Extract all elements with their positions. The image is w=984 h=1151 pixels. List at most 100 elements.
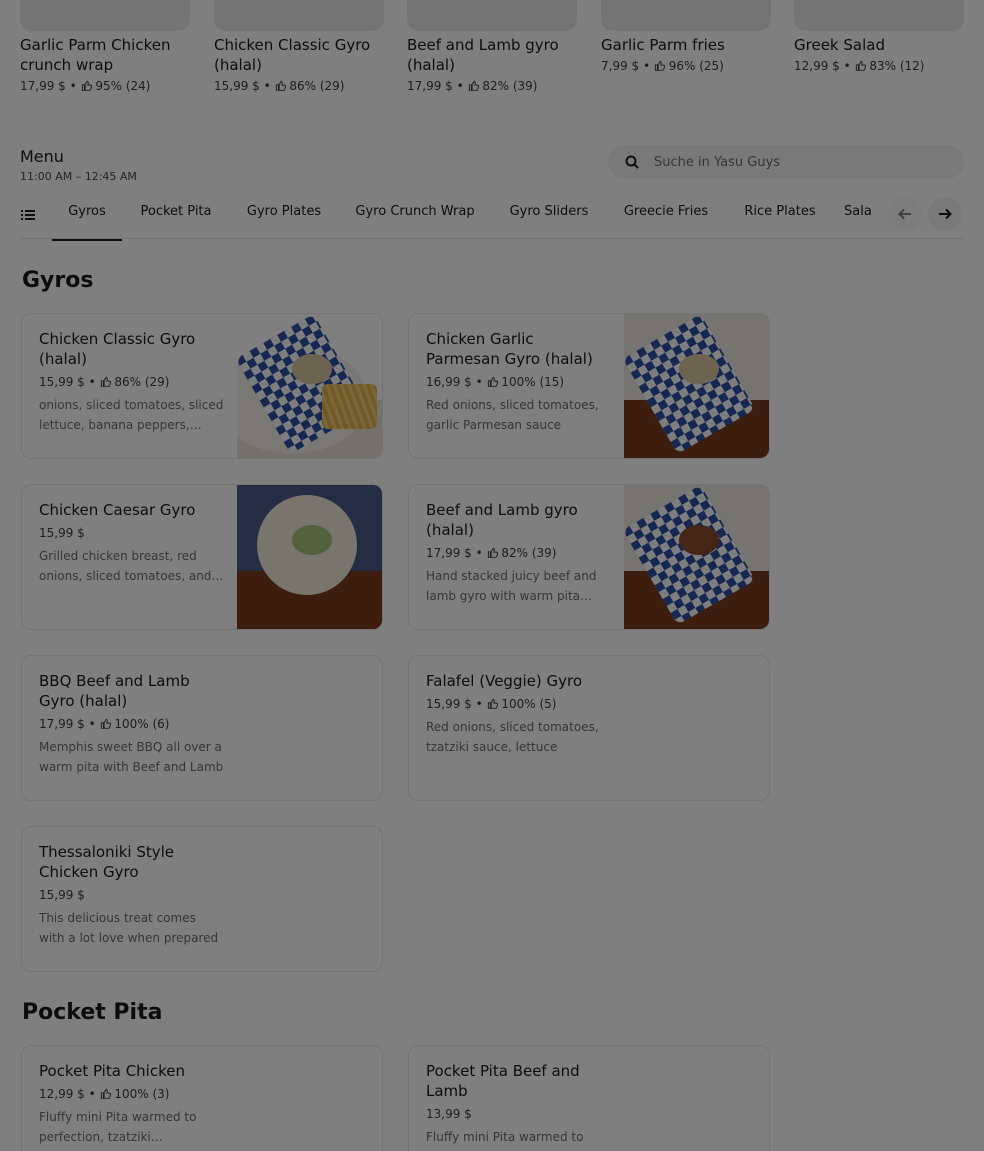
- item-rating: 95% (24): [95, 79, 151, 93]
- item-price: 13,99 $: [426, 1107, 472, 1121]
- tabs-next-button[interactable]: [928, 197, 962, 231]
- item-meta: 15,99 $ • 100% (5): [426, 697, 557, 711]
- menu-item-card[interactable]: Thessaloniki Style Chicken Gyro 15,99 $ …: [21, 826, 383, 972]
- tabs-prev-button[interactable]: [888, 197, 922, 231]
- thumbs-up-icon: [468, 80, 479, 91]
- item-meta: 15,99 $: [39, 886, 225, 904]
- item-description: Red onions, sliced tomatoes, garlic Parm…: [426, 398, 599, 432]
- item-price: 15,99 $: [39, 375, 85, 389]
- tab-salads[interactable]: Sala: [844, 193, 892, 241]
- item-rating: 83% (12): [869, 59, 925, 73]
- item-info: Chicken Classic Gyro (halal) 15,99 $ • 8…: [39, 329, 225, 435]
- menu-item-card[interactable]: Falafel (Veggie) Gyro 15,99 $ • 100% (5)…: [408, 655, 770, 801]
- store-menu-page: Garlic Parm Chicken crunch wrap 17,99 $ …: [0, 0, 984, 1151]
- item-price: 12,99 $: [794, 59, 840, 73]
- menu-item-card[interactable]: Pocket Pita Chicken 12,99 $ • 100% (3) F…: [21, 1045, 383, 1151]
- item-image: [20, 0, 190, 31]
- item-name: Greek Salad: [794, 36, 885, 54]
- item-price: 17,99 $: [426, 546, 472, 560]
- item-price: 17,99 $: [39, 717, 85, 731]
- popular-item-card[interactable]: Beef and Lamb gyro (halal) 17,99 $ • 82%…: [407, 0, 577, 95]
- item-info: Pocket Pita Beef and Lamb 13,99 $ Fluffy…: [426, 1061, 612, 1151]
- item-description: Hand stacked juicy beef and lamb gyro wi…: [426, 569, 597, 603]
- tab-greecie-fries[interactable]: Greecie Fries: [617, 193, 715, 241]
- item-name: Chicken Classic Gyro (halal): [214, 36, 371, 74]
- item-meta: 15,99 $: [39, 524, 225, 542]
- thumbs-up-icon: [487, 698, 498, 709]
- tab-rice-plates[interactable]: Rice Plates: [738, 193, 822, 241]
- item-info: BBQ Beef and Lamb Gyro (halal) 17,99 $ •…: [39, 671, 225, 777]
- menu-item-card[interactable]: Pocket Pita Beef and Lamb 13,99 $ Fluffy…: [408, 1045, 770, 1151]
- section-title-pocket-pita: Pocket Pita: [22, 1000, 163, 1025]
- thumbs-up-icon: [81, 80, 92, 91]
- thumbs-up-icon: [100, 718, 111, 729]
- search-icon: [625, 155, 639, 169]
- menu-item-card[interactable]: Chicken Classic Gyro (halal) 15,99 $ • 8…: [21, 313, 383, 459]
- item-photo: [624, 314, 769, 458]
- tab-gyros[interactable]: Gyros: [52, 193, 122, 241]
- item-meta: 15,99 $ • 86% (29): [214, 79, 345, 93]
- section-title-gyros: Gyros: [22, 268, 94, 293]
- item-meta: 7,99 $ • 96% (25): [601, 59, 724, 73]
- item-meta: 17,99 $ • 100% (6): [39, 717, 170, 731]
- menu-item-card[interactable]: Beef and Lamb gyro (halal) 17,99 $ • 82%…: [408, 484, 770, 630]
- item-image: [214, 0, 384, 31]
- item-name: Pocket Pita Chicken: [39, 1062, 185, 1080]
- item-meta: 13,99 $: [426, 1105, 612, 1123]
- item-description: onions, sliced tomatoes, sliced lettuce,…: [39, 398, 224, 432]
- search-input[interactable]: [654, 145, 954, 179]
- arrow-right-icon: [939, 208, 952, 220]
- tab-gyro-plates[interactable]: Gyro Plates: [240, 193, 328, 241]
- tabs-scroll-area: Gyros Pocket Pita Gyro Plates Gyro Crunc…: [52, 193, 892, 241]
- item-description: This delicious treat comes with a lot lo…: [39, 911, 219, 945]
- item-rating: 86% (29): [289, 79, 345, 93]
- item-price: 15,99 $: [426, 697, 472, 711]
- thumbs-up-icon: [100, 376, 111, 387]
- item-name: Beef and Lamb gyro (halal): [407, 36, 559, 74]
- item-name: Pocket Pita Beef and Lamb: [426, 1062, 580, 1100]
- item-rating: 96% (25): [668, 59, 724, 73]
- item-meta: 12,99 $ • 83% (12): [794, 59, 925, 73]
- item-name: Falafel (Veggie) Gyro: [426, 672, 582, 690]
- thumbs-up-icon: [275, 80, 286, 91]
- item-info: Chicken Garlic Parmesan Gyro (halal) 16,…: [426, 329, 612, 435]
- item-meta: 12,99 $ • 100% (3): [39, 1087, 170, 1101]
- item-name: Chicken Garlic Parmesan Gyro (halal): [426, 330, 593, 368]
- item-info: Falafel (Veggie) Gyro 15,99 $ • 100% (5)…: [426, 671, 612, 757]
- menu-item-card[interactable]: Chicken Garlic Parmesan Gyro (halal) 16,…: [408, 313, 770, 459]
- menu-hours: 11:00 AM – 12:45 AM: [20, 170, 137, 183]
- popular-item-card[interactable]: Garlic Parm fries 7,99 $ • 96% (25): [601, 0, 771, 75]
- item-price: 15,99 $: [39, 526, 85, 540]
- menu-item-card[interactable]: BBQ Beef and Lamb Gyro (halal) 17,99 $ •…: [21, 655, 383, 801]
- popular-item-card[interactable]: Garlic Parm Chicken crunch wrap 17,99 $ …: [20, 0, 190, 95]
- menu-item-card[interactable]: Chicken Caesar Gyro 15,99 $ Grilled chic…: [21, 484, 383, 630]
- item-name: Chicken Caesar Gyro: [39, 501, 196, 519]
- list-icon[interactable]: [20, 207, 36, 223]
- popular-item-card[interactable]: Chicken Classic Gyro (halal) 15,99 $ • 8…: [214, 0, 384, 95]
- popular-item-card[interactable]: Greek Salad 12,99 $ • 83% (12): [794, 0, 964, 75]
- item-price: 16,99 $: [426, 375, 472, 389]
- item-rating: 82% (39): [482, 79, 538, 93]
- item-info: Thessaloniki Style Chicken Gyro 15,99 $ …: [39, 842, 225, 948]
- tab-gyro-sliders[interactable]: Gyro Sliders: [504, 193, 594, 241]
- item-name: BBQ Beef and Lamb Gyro (halal): [39, 672, 190, 710]
- tab-gyro-crunch-wrap[interactable]: Gyro Crunch Wrap: [348, 193, 482, 241]
- item-name: Chicken Classic Gyro (halal): [39, 330, 196, 368]
- item-photo: [237, 485, 382, 629]
- item-info: Pocket Pita Chicken 12,99 $ • 100% (3) F…: [39, 1061, 225, 1147]
- popular-items-carousel: Garlic Parm Chicken crunch wrap 17,99 $ …: [20, 0, 984, 110]
- item-price: 17,99 $: [20, 79, 66, 93]
- tab-pocket-pita[interactable]: Pocket Pita: [132, 193, 220, 241]
- item-rating: 100% (3): [114, 1087, 170, 1101]
- item-info: Beef and Lamb gyro (halal) 17,99 $ • 82%…: [426, 500, 612, 606]
- item-image: [601, 0, 771, 31]
- item-info: Chicken Caesar Gyro 15,99 $ Grilled chic…: [39, 500, 225, 586]
- item-rating: 100% (6): [114, 717, 170, 731]
- item-price: 7,99 $: [601, 59, 640, 73]
- item-meta: 16,99 $ • 100% (15): [426, 375, 565, 389]
- item-meta: 15,99 $ • 86% (29): [39, 375, 170, 389]
- item-meta: 17,99 $ • 82% (39): [426, 546, 557, 560]
- menu-search-box[interactable]: [608, 145, 964, 179]
- item-description: Fluffy mini Pita warmed to perfection, t…: [39, 1110, 197, 1144]
- item-description: Memphis sweet BBQ all over a warm pita w…: [39, 740, 224, 774]
